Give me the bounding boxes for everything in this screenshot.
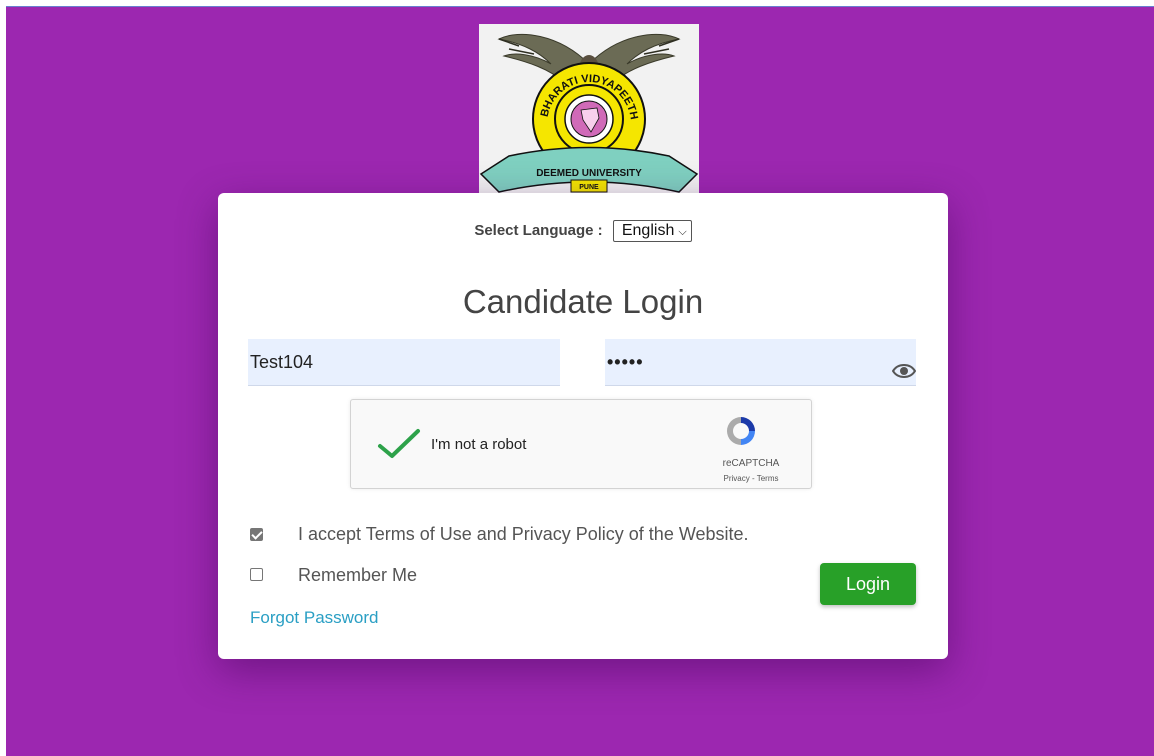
terms-checkbox[interactable] [250,528,263,541]
terms-label: I accept Terms of Use and Privacy Policy… [298,524,749,544]
eye-icon[interactable] [891,352,917,378]
recaptcha-icon [724,414,758,453]
language-select[interactable]: English ⌵ [612,220,692,242]
username-input[interactable]: Test104 [248,339,560,386]
chevron-down-icon: ⌵ [678,226,687,238]
recaptcha-brand: reCAPTCHA [722,458,780,469]
remember-label: Remember Me [298,565,418,585]
login-button[interactable]: Login [820,563,916,605]
language-row: Select Language : English ⌵ [218,220,948,242]
page-title: Candidate Login [462,283,704,320]
logo-ribbon-text: DEEMED UNIVERSITY [536,168,642,179]
university-logo: BHARATI VIDYAPEETH DEEMED UNIVERSITY PUN… [479,24,699,202]
checkmark-icon[interactable] [377,428,421,465]
recaptcha-widget[interactable]: I'm not a robot reCAPTCHA Privacy - Term… [350,399,812,489]
language-select-value: English [621,222,675,239]
password-mask: ••••• [607,352,644,372]
language-label: Select Language : [474,222,603,239]
logo-city-text: PUNE [579,184,599,191]
remember-checkbox[interactable] [250,568,263,581]
forgot-password-link[interactable]: Forgot Password [250,608,379,628]
recaptcha-text: I'm not a robot [431,436,527,453]
login-card: Select Language : English ⌵ Candidate Log… [218,193,948,659]
password-input[interactable]: ••••• [605,339,917,386]
recaptcha-links[interactable]: Privacy - Terms [703,474,799,483]
